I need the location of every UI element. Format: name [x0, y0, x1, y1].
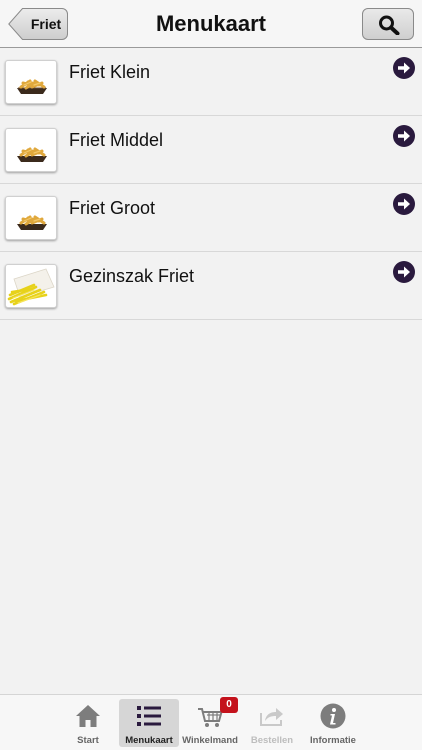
arrow-right-circle-icon[interactable] — [393, 57, 415, 79]
tab-menukaart[interactable]: Menukaart — [119, 699, 179, 747]
menu-item-label: Gezinszak Friet — [69, 266, 195, 286]
menu-item-friet-groot[interactable]: Friet Groot — [0, 184, 422, 252]
tab-label: Informatie — [310, 735, 356, 746]
fries-bag-image — [5, 264, 57, 308]
home-icon — [76, 705, 100, 727]
cart-count-badge: 0 — [220, 697, 238, 713]
menu-list: Friet Klein Friet Middel Friet Groot Gez… — [0, 48, 422, 320]
menu-item-label: Friet Klein — [69, 62, 151, 82]
arrow-right-circle-icon[interactable] — [393, 193, 415, 215]
info-icon — [320, 703, 346, 729]
navigation-bar: Friet Menukaart — [0, 0, 422, 48]
back-button-label: Friet — [30, 16, 62, 32]
search-button[interactable] — [362, 8, 414, 40]
tab-bar: Start Menukaart 0 Winkelmand Bestellen I… — [0, 694, 422, 750]
menu-item-label: Friet Groot — [69, 198, 156, 218]
search-icon — [379, 15, 400, 35]
arrow-right-circle-icon[interactable] — [393, 261, 415, 283]
tab-bestellen[interactable]: Bestellen — [242, 699, 302, 747]
tab-start[interactable]: Start — [58, 699, 118, 747]
fries-tray-image — [5, 128, 57, 172]
tab-informatie[interactable]: Informatie — [303, 699, 363, 747]
menu-item-friet-klein[interactable]: Friet Klein — [0, 48, 422, 116]
list-icon — [137, 706, 161, 726]
share-icon — [260, 708, 283, 726]
menu-item-gezinszak-friet[interactable]: Gezinszak Friet — [0, 252, 422, 320]
back-button[interactable]: Friet — [8, 8, 68, 40]
arrow-right-circle-icon[interactable] — [393, 125, 415, 147]
screen: Friet Menukaart Friet Klein Friet Middel… — [0, 0, 422, 750]
tab-winkelmand[interactable]: 0 Winkelmand — [180, 697, 240, 747]
fries-tray-image — [5, 196, 57, 240]
menu-item-label: Friet Middel — [69, 130, 164, 150]
page-title: Menukaart — [155, 11, 267, 36]
menu-item-friet-middel[interactable]: Friet Middel — [0, 116, 422, 184]
fries-tray-image — [5, 60, 57, 104]
